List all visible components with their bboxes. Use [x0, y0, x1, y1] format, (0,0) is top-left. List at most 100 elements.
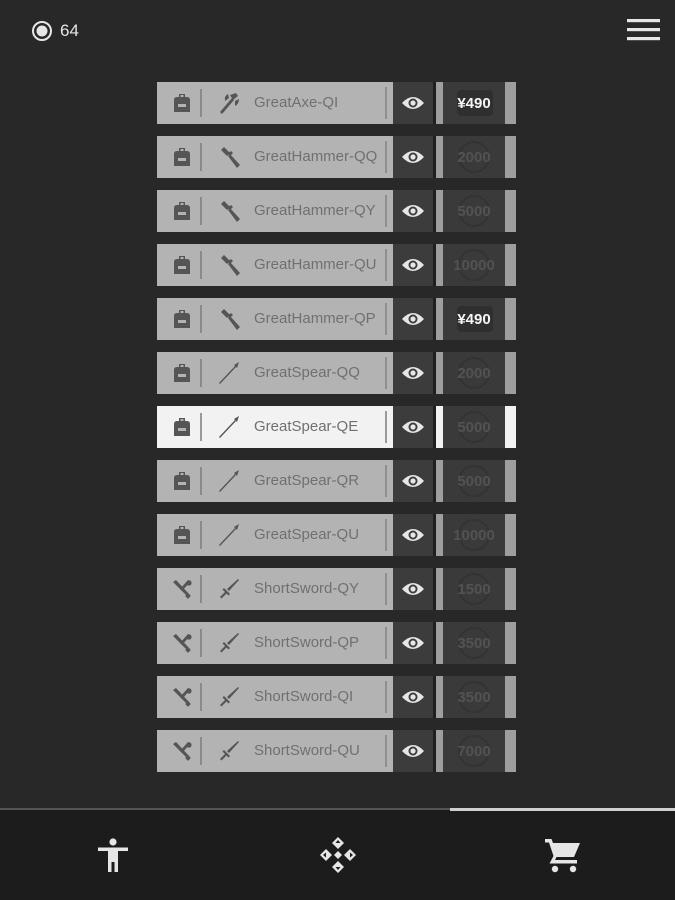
preview-button[interactable] [393, 406, 433, 448]
preview-button[interactable] [393, 568, 433, 610]
buy-button[interactable]: 2000 [443, 136, 505, 178]
price-edge [505, 622, 516, 664]
weapon-icon-wrap [216, 414, 242, 440]
buy-button[interactable]: 2000 [443, 352, 505, 394]
item-select-button[interactable]: ShortSword-QP [157, 622, 393, 664]
divider [200, 575, 202, 603]
divider [385, 465, 387, 497]
item-price: ¥490 [457, 310, 491, 328]
preview-button[interactable] [393, 730, 433, 772]
buy-button[interactable]: ¥490 [443, 82, 505, 124]
divider [385, 87, 387, 119]
preview-button[interactable] [393, 82, 433, 124]
price-edge [436, 568, 443, 610]
price-edge [505, 514, 516, 556]
buy-button[interactable]: 5000 [443, 190, 505, 232]
eye-icon [402, 313, 424, 325]
price-edge [505, 244, 516, 286]
divider [385, 573, 387, 605]
menu-button[interactable] [627, 16, 663, 44]
item-select-button[interactable]: GreatHammer-QQ [157, 136, 393, 178]
weapon-icon-wrap [216, 144, 242, 170]
buy-button[interactable]: 7000 [443, 730, 505, 772]
great-hammer-icon [221, 255, 240, 276]
item-select-button[interactable]: ShortSword-QY [157, 568, 393, 610]
item-select-button[interactable]: GreatHammer-QP [157, 298, 393, 340]
item-select-button[interactable]: GreatHammer-QY [157, 190, 393, 232]
preview-button[interactable] [393, 136, 433, 178]
buy-button[interactable]: 5000 [443, 406, 505, 448]
tab-shop[interactable] [450, 810, 675, 900]
buy-button[interactable]: 5000 [443, 460, 505, 502]
preview-button[interactable] [393, 622, 433, 664]
item-name: GreatSpear-QQ [254, 364, 360, 381]
buy-button[interactable]: 10000 [443, 514, 505, 556]
item-select-button[interactable]: GreatSpear-QU [157, 514, 393, 556]
preview-button[interactable] [393, 460, 433, 502]
shop-item-row: GreatAxe-QI ¥490 [157, 82, 519, 124]
preview-button[interactable] [393, 676, 433, 718]
backpack-icon [174, 364, 190, 382]
shop-item-row: GreatHammer-QY 5000 [157, 190, 519, 232]
item-price: 5000 [457, 418, 491, 436]
weapon-icon-wrap [216, 468, 242, 494]
great-hammer-icon [221, 147, 240, 168]
item-name: GreatSpear-QR [254, 472, 360, 489]
short-sword-icon [220, 741, 239, 761]
item-select-button[interactable]: GreatSpear-QR [157, 460, 393, 502]
buy-button[interactable]: ¥490 [443, 298, 505, 340]
backpack-icon [174, 202, 190, 220]
backpack-icon-wrap [171, 200, 193, 222]
tab-character[interactable] [0, 810, 225, 900]
backpack-icon [174, 148, 190, 166]
preview-button[interactable] [393, 298, 433, 340]
price-edge [436, 460, 443, 502]
item-select-button[interactable]: GreatSpear-QQ [157, 352, 393, 394]
divider [385, 141, 387, 173]
shop-item-row: ShortSword-QY 1500 [157, 568, 519, 610]
buy-button[interactable]: 1500 [443, 568, 505, 610]
crossed-weapons-icon [173, 688, 192, 707]
eye-icon [402, 97, 424, 109]
great-spear-icon [219, 416, 239, 438]
item-price: ¥490 [457, 94, 491, 112]
preview-button[interactable] [393, 352, 433, 394]
buy-button[interactable]: 3500 [443, 676, 505, 718]
price-edge [436, 136, 443, 178]
price-edge [436, 514, 443, 556]
crossed-weapons-icon-wrap [171, 740, 193, 762]
eye-icon [402, 205, 424, 217]
crossed-weapons-icon-wrap [171, 632, 193, 654]
backpack-icon-wrap [171, 146, 193, 168]
person-icon [97, 838, 128, 872]
divider [385, 303, 387, 335]
buy-button[interactable]: 3500 [443, 622, 505, 664]
item-select-button[interactable]: ShortSword-QU [157, 730, 393, 772]
preview-button[interactable] [393, 190, 433, 232]
shop-item-row: GreatHammer-QQ 2000 [157, 136, 519, 178]
item-price: 10000 [453, 526, 495, 544]
item-select-button[interactable]: GreatAxe-QI [157, 82, 393, 124]
price-edge [505, 406, 516, 448]
item-price: 3500 [457, 688, 491, 706]
short-sword-icon [220, 579, 239, 599]
buy-button[interactable]: 10000 [443, 244, 505, 286]
item-price: 1500 [457, 580, 491, 598]
item-select-button[interactable]: GreatSpear-QE [157, 406, 393, 448]
shop-item-row: GreatHammer-QP ¥490 [157, 298, 519, 340]
item-name: ShortSword-QI [254, 688, 354, 705]
tab-controls[interactable] [225, 810, 450, 900]
great-hammer-icon [221, 309, 240, 330]
item-select-button[interactable]: GreatHammer-QU [157, 244, 393, 286]
price-edge [436, 676, 443, 718]
item-select-button[interactable]: ShortSword-QI [157, 676, 393, 718]
item-price: 3500 [457, 634, 491, 652]
divider [385, 195, 387, 227]
price-edge [505, 190, 516, 232]
preview-button[interactable] [393, 514, 433, 556]
item-name: GreatSpear-QU [254, 526, 360, 543]
price-edge [505, 136, 516, 178]
bottom-nav [0, 808, 675, 900]
preview-button[interactable] [393, 244, 433, 286]
divider [385, 411, 387, 443]
